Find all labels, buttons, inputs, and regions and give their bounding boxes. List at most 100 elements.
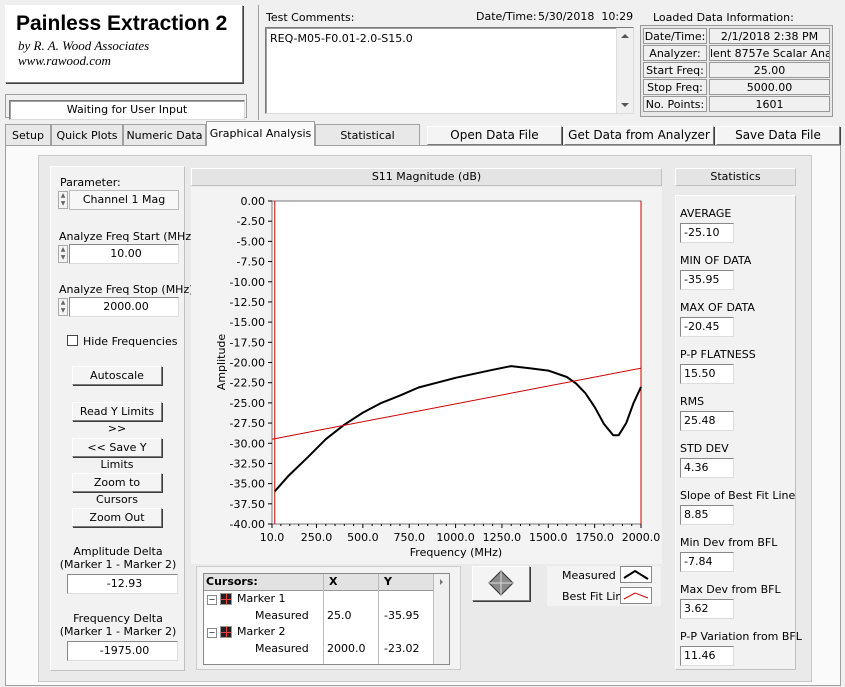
loaded-label-datetime: Date/Time: bbox=[643, 28, 707, 44]
loaded-label-analyzer: Analyzer: bbox=[643, 45, 707, 61]
measured-line-icon bbox=[623, 569, 649, 580]
spin-up-icon[interactable]: ▲ bbox=[59, 192, 67, 200]
read-y-limits-button[interactable]: Read Y Limits >> bbox=[72, 402, 162, 435]
loaded-value-points: 1601 bbox=[709, 96, 830, 112]
frequency-delta-label: Frequency Delta (Marker 1 - Marker 2) bbox=[59, 612, 177, 638]
marker-1-sub: Measured bbox=[255, 609, 309, 622]
x-tick-label: 750.0 bbox=[393, 531, 425, 544]
cursors-header-row: Cursors: X Y bbox=[204, 574, 449, 591]
zoom-to-cursors-button[interactable]: Zoom to Cursors bbox=[72, 473, 162, 506]
x-tick-label: 2000.0 bbox=[622, 531, 661, 544]
save-data-file-button[interactable]: Save Data File bbox=[716, 126, 840, 145]
amplitude-delta-value: -12.93 bbox=[106, 577, 143, 590]
stat-min-value: -35.95 bbox=[680, 270, 734, 290]
legend-bestfit-swatch[interactable] bbox=[620, 587, 652, 604]
comments-label: Test Comments: bbox=[266, 11, 355, 24]
tab-quick-plots[interactable]: Quick Plots bbox=[51, 124, 123, 145]
x-tick-label: 250.0 bbox=[301, 531, 333, 544]
spin-down-icon[interactable]: ▼ bbox=[59, 200, 67, 208]
stat-slope-label: Slope of Best Fit Line bbox=[680, 489, 796, 502]
autoscale-label: Autoscale bbox=[90, 369, 144, 382]
spin-up-icon[interactable]: ▲ bbox=[59, 299, 67, 307]
tab-statistical-analysis[interactable]: Statistical Analysis bbox=[315, 124, 420, 163]
cursor-row-marker-2-measured[interactable]: Measured 2000.0 -23.02 bbox=[204, 641, 433, 656]
marker-2-icon bbox=[220, 626, 232, 638]
stat-pp-variation-label: P-P Variation from BFL bbox=[680, 630, 802, 643]
cursors-header-name: Cursors: bbox=[206, 575, 258, 588]
parameter-spinner[interactable]: ▲ ▼ bbox=[58, 191, 68, 209]
loaded-title: Loaded Data Information: bbox=[653, 11, 794, 24]
loaded-value-analyzer: lent 8757e Scalar Analyz bbox=[709, 45, 830, 61]
freq-start-input[interactable]: 10.00 bbox=[69, 244, 179, 264]
y-tick-label: -5.00 bbox=[237, 235, 265, 248]
chart-title: S11 Magnitude (dB) bbox=[371, 170, 482, 183]
cursor-row-marker-1[interactable]: − Marker 1 bbox=[204, 592, 433, 607]
cursor-row-marker-1-measured[interactable]: Measured 25.0 -35.95 bbox=[204, 608, 433, 623]
y-tick-label: -7.50 bbox=[237, 256, 265, 269]
marker-1-name: Marker 1 bbox=[237, 592, 286, 605]
y-tick-label: -20.00 bbox=[230, 357, 265, 370]
loaded-label-points: No. Points: bbox=[643, 96, 707, 112]
y-tick-label: -10.00 bbox=[230, 276, 265, 289]
x-tick-label: 1500.0 bbox=[529, 531, 568, 544]
collapse-icon[interactable]: − bbox=[207, 595, 217, 605]
stat-rms-label: RMS bbox=[680, 395, 705, 408]
freq-stop-spinner[interactable]: ▲ ▼ bbox=[58, 298, 68, 316]
cursor-row-marker-2[interactable]: − Marker 2 bbox=[204, 625, 433, 640]
scroll-right-icon[interactable] bbox=[440, 579, 443, 585]
autoscale-button[interactable]: Autoscale bbox=[72, 366, 162, 385]
x-axis-label: Frequency (MHz) bbox=[410, 546, 502, 559]
comments-scrollbar[interactable] bbox=[616, 28, 633, 113]
save-data-file-label: Save Data File bbox=[735, 128, 821, 142]
scroll-up-icon[interactable] bbox=[621, 34, 629, 38]
freq-stop-label: Analyze Freq Stop (MHz) bbox=[59, 283, 194, 296]
tab-graphical-analysis[interactable]: Graphical Analysis bbox=[206, 121, 315, 146]
zoom-out-button[interactable]: Zoom Out bbox=[72, 508, 162, 527]
stat-average-label: AVERAGE bbox=[680, 207, 732, 220]
tab-setup[interactable]: Setup bbox=[5, 124, 51, 145]
marker-2-y: -23.02 bbox=[384, 642, 420, 655]
get-data-button[interactable]: Get Data from Analyzer bbox=[564, 126, 714, 145]
freq-stop-value: 2000.00 bbox=[103, 300, 149, 313]
freq-start-spinner[interactable]: ▲ ▼ bbox=[58, 245, 68, 263]
frequency-delta-field: -1975.00 bbox=[67, 641, 178, 661]
zoom-to-cursors-label: Zoom to Cursors bbox=[93, 476, 141, 506]
y-tick-label: -15.00 bbox=[230, 316, 265, 329]
stat-min-label: MIN OF DATA bbox=[680, 254, 752, 267]
y-tick-label: -2.50 bbox=[237, 215, 265, 228]
comments-textarea[interactable]: REQ-M05-F0.01-2.0-S15.0 bbox=[265, 27, 634, 114]
parameter-select[interactable]: Channel 1 Mag bbox=[69, 190, 179, 210]
table-scrollbar[interactable] bbox=[434, 574, 449, 664]
app-byline: by R. A. Wood Associates bbox=[18, 38, 150, 53]
read-y-limits-label: Read Y Limits >> bbox=[79, 405, 155, 435]
stat-max-value: -20.45 bbox=[680, 317, 734, 337]
collapse-icon[interactable]: − bbox=[207, 628, 217, 638]
cursors-table[interactable]: Cursors: X Y − Marker 1 Measured 25.0 -3… bbox=[203, 573, 450, 665]
spin-down-icon[interactable]: ▼ bbox=[59, 307, 67, 315]
plot-area[interactable] bbox=[271, 200, 642, 525]
spin-down-icon[interactable]: ▼ bbox=[59, 254, 67, 262]
loaded-value-startfreq: 25.00 bbox=[709, 62, 830, 78]
save-y-limits-button[interactable]: << Save Y Limits bbox=[72, 438, 162, 471]
freq-stop-input[interactable]: 2000.00 bbox=[69, 297, 179, 317]
parameter-label: Parameter: bbox=[60, 176, 121, 189]
x-tick-label: 500.0 bbox=[347, 531, 379, 544]
bestfit-line-icon bbox=[623, 592, 649, 600]
y-tick-label: -32.50 bbox=[230, 457, 265, 470]
tab-numeric-data[interactable]: Numeric Data bbox=[123, 124, 206, 145]
y-tick-label: 0.00 bbox=[241, 195, 266, 208]
pan-zoom-button[interactable] bbox=[472, 566, 530, 601]
y-tick-label: -22.50 bbox=[230, 377, 265, 390]
scroll-down-icon[interactable] bbox=[621, 103, 629, 107]
spin-up-icon[interactable]: ▲ bbox=[59, 246, 67, 254]
amplitude-delta-label: Amplitude Delta (Marker 1 - Marker 2) bbox=[59, 545, 177, 571]
s11-chart[interactable]: 10.0 250.0 500.0 750.0 1000.0 1250.0 1500.0 175… bbox=[191, 187, 662, 567]
hide-frequencies-checkbox[interactable] bbox=[67, 335, 78, 346]
stat-pp-variation-value: 11.46 bbox=[680, 646, 734, 666]
y-axis-label: Amplitude bbox=[215, 334, 228, 391]
open-data-file-button[interactable]: Open Data File bbox=[427, 126, 562, 145]
status-field: Waiting for User Input bbox=[9, 100, 245, 120]
parameter-value: Channel 1 Mag bbox=[82, 193, 166, 206]
y-tick-label: -17.50 bbox=[230, 336, 265, 349]
legend-measured-swatch[interactable] bbox=[620, 566, 652, 583]
